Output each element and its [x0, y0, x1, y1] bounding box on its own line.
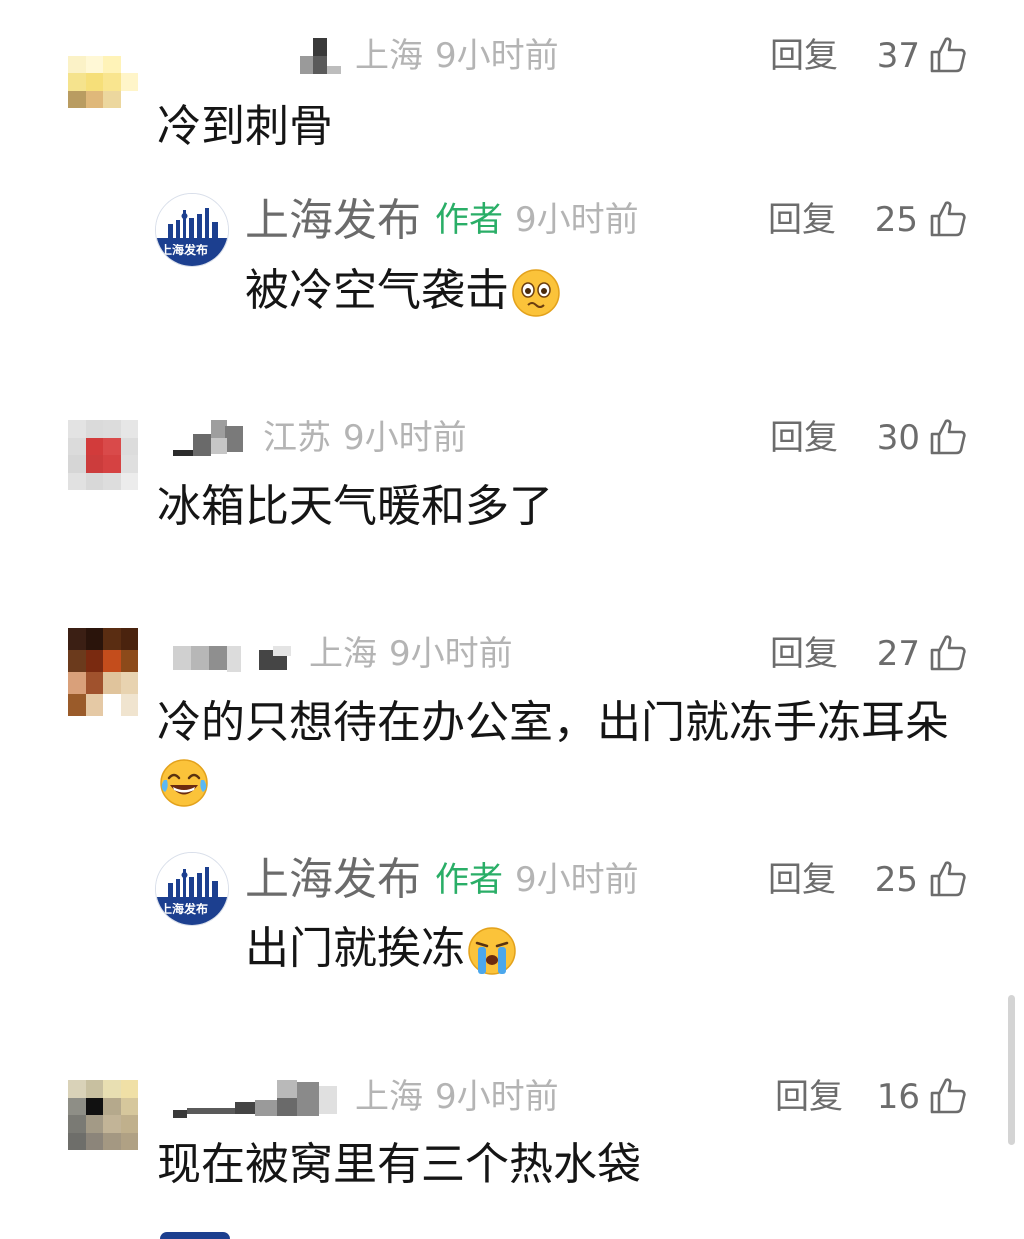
- thumbs-up-icon[interactable]: [928, 859, 968, 899]
- author-badge: 作者: [435, 200, 503, 240]
- reply-button[interactable]: 回复: [768, 200, 836, 240]
- like-count: 16: [876, 1077, 920, 1117]
- username-redacted[interactable]: [173, 420, 245, 460]
- thumbs-up-icon[interactable]: [928, 417, 968, 457]
- username-redacted[interactable]: [173, 1080, 343, 1120]
- author-name[interactable]: 上海发布: [245, 855, 421, 905]
- like-count: 25: [874, 860, 918, 900]
- comment-text: 被冷空气袭击: [245, 262, 561, 320]
- reply-button[interactable]: 回复: [770, 418, 838, 458]
- avatar[interactable]: [68, 420, 138, 490]
- username-redacted[interactable]: [173, 640, 293, 680]
- thumbs-up-icon[interactable]: [928, 1076, 968, 1116]
- location-label: 上海: [355, 1077, 423, 1117]
- author-badge: 作者: [435, 860, 503, 900]
- comment-text: 冰箱比天气暖和多了: [157, 481, 553, 532]
- comment-text: 冷到刺骨: [157, 101, 333, 152]
- scrollbar[interactable]: [1008, 995, 1015, 1145]
- avatar-partial[interactable]: [160, 1232, 230, 1239]
- official-avatar[interactable]: 上海发布: [155, 193, 229, 267]
- like-count: 27: [876, 634, 920, 674]
- like-count: 30: [876, 418, 920, 458]
- reply-button[interactable]: 回复: [770, 36, 838, 76]
- avatar[interactable]: [68, 1080, 138, 1150]
- username-redacted[interactable]: [295, 38, 345, 78]
- author-name[interactable]: 上海发布: [245, 196, 421, 246]
- avatar[interactable]: [68, 628, 138, 716]
- timestamp: 9小时前: [515, 860, 639, 900]
- thumbs-up-icon[interactable]: [928, 199, 968, 239]
- location-label: 上海: [309, 634, 377, 674]
- like-count: 37: [876, 36, 920, 76]
- avatar[interactable]: [68, 38, 138, 108]
- timestamp: 9小时前: [343, 418, 467, 458]
- comment-text: 出门就挨冻: [245, 920, 517, 978]
- timestamp: 9小时前: [515, 200, 639, 240]
- reply-button[interactable]: 回复: [768, 860, 836, 900]
- location-label: 上海: [355, 36, 423, 76]
- thumbs-up-icon[interactable]: [928, 35, 968, 75]
- crying-face-emoji: [467, 926, 517, 976]
- timestamp: 9小时前: [435, 1077, 559, 1117]
- official-avatar[interactable]: 上海发布: [155, 852, 229, 926]
- reply-button[interactable]: 回复: [775, 1077, 843, 1117]
- pleading-face-emoji: [511, 268, 561, 318]
- timestamp: 9小时前: [389, 634, 513, 674]
- reply-button[interactable]: 回复: [770, 634, 838, 674]
- comment-text: 冷的只想待在办公室，出门就冻手冻耳朵: [157, 694, 977, 810]
- timestamp: 9小时前: [435, 36, 559, 76]
- tears-of-joy-emoji: [159, 758, 209, 808]
- like-count: 25: [874, 200, 918, 240]
- comment-text: 现在被窝里有三个热水袋: [157, 1139, 641, 1190]
- location-label: 江苏: [263, 418, 331, 458]
- thumbs-up-icon[interactable]: [928, 633, 968, 673]
